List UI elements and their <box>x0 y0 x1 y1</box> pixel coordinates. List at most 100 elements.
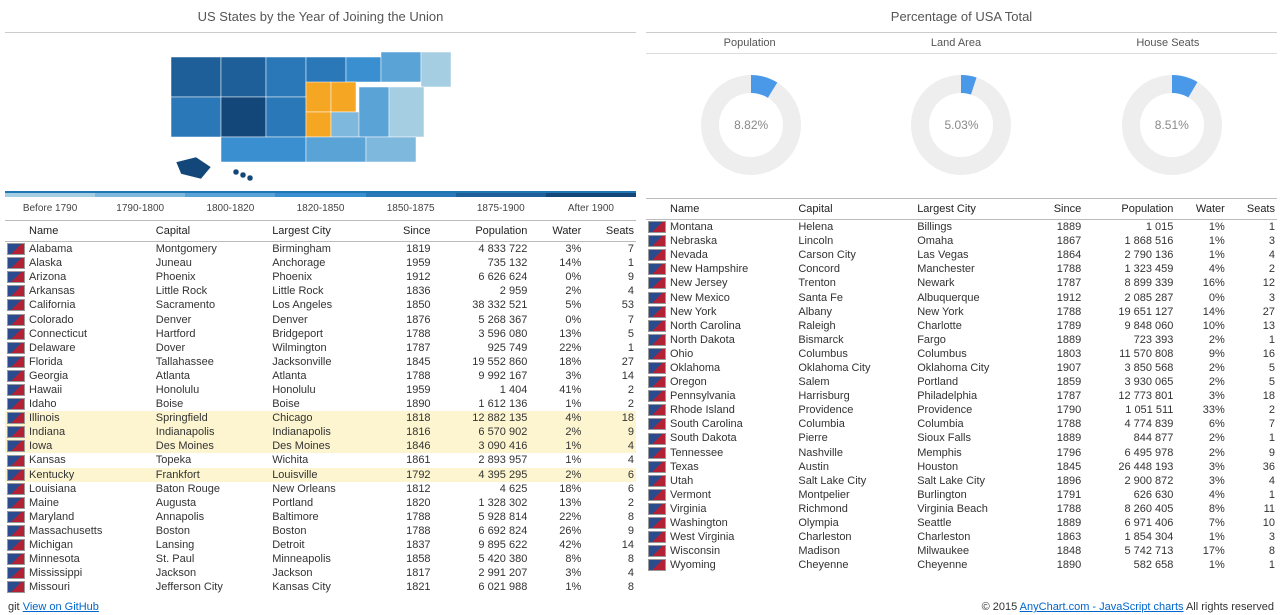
flag-icon <box>648 390 666 402</box>
state-row[interactable]: VermontMontpelierBurlington 1791626 6304… <box>646 488 1277 502</box>
donut-population[interactable]: 8.82% <box>686 60 816 190</box>
donut-house-seats[interactable]: 8.51% <box>1107 60 1237 190</box>
state-row[interactable]: ConnecticutHartfordBridgeport 17883 596 … <box>5 327 636 341</box>
state-row[interactable]: South CarolinaColumbiaColumbia 17884 774… <box>646 417 1277 431</box>
legend-item[interactable]: 1800-1820 <box>185 193 275 220</box>
flag-icon <box>7 511 25 523</box>
state-row[interactable]: TennesseeNashvilleMemphis 17966 495 9782… <box>646 446 1277 460</box>
state-row[interactable]: PennsylvaniaHarrisburgPhiladelphia 17871… <box>646 389 1277 403</box>
state-row[interactable]: ArkansasLittle RockLittle Rock 18362 959… <box>5 284 636 298</box>
flag-icon <box>7 567 25 579</box>
state-row[interactable]: WisconsinMadisonMilwaukee 18485 742 7131… <box>646 544 1277 558</box>
legend-item[interactable]: 1790-1800 <box>95 193 185 220</box>
flag-icon <box>7 285 25 297</box>
state-row[interactable]: MontanaHelenaBillings 18891 0151%1 <box>646 220 1277 235</box>
state-row[interactable]: ArizonaPhoenixPhoenix 19126 626 6240%9 <box>5 270 636 284</box>
state-row[interactable]: LouisianaBaton RougeNew Orleans 18124 62… <box>5 482 636 496</box>
donut-center-label: 8.51% <box>1155 118 1189 132</box>
state-row[interactable]: VirginiaRichmondVirginia Beach 17888 260… <box>646 502 1277 516</box>
flag-icon <box>7 328 25 340</box>
flag-icon <box>7 299 25 311</box>
donut-header: House Seats <box>1136 37 1199 49</box>
legend-item[interactable]: 1850-1875 <box>366 193 456 220</box>
flag-icon <box>648 489 666 501</box>
right-title: Percentage of USA Total <box>646 5 1277 30</box>
flag-icon <box>648 334 666 346</box>
state-row[interactable]: WyomingCheyenneCheyenne 1890582 6581%1 <box>646 558 1277 572</box>
state-row[interactable]: DelawareDoverWilmington 1787925 74922%1 <box>5 341 636 355</box>
state-row[interactable]: New YorkAlbanyNew York 178819 651 12714%… <box>646 305 1277 319</box>
legend-item[interactable]: Before 1790 <box>5 193 95 220</box>
flag-icon <box>648 348 666 360</box>
state-row[interactable]: CaliforniaSacramentoLos Angeles 185038 3… <box>5 298 636 312</box>
flag-icon <box>648 263 666 275</box>
map-legend: Before 17901790-18001800-18201820-185018… <box>5 191 636 220</box>
state-row[interactable]: WashingtonOlympiaSeattle 18896 971 4067%… <box>646 516 1277 530</box>
state-row[interactable]: AlabamaMontgomeryBirmingham 18194 833 72… <box>5 242 636 257</box>
flag-icon <box>7 356 25 368</box>
donut-charts[interactable]: 8.82% 5.03% 8.51% <box>646 60 1277 190</box>
state-row[interactable]: NevadaCarson CityLas Vegas 18642 790 136… <box>646 248 1277 262</box>
flag-icon <box>648 235 666 247</box>
state-row[interactable]: South DakotaPierreSioux Falls 1889844 87… <box>646 431 1277 445</box>
state-row[interactable]: FloridaTallahasseeJacksonville 184519 55… <box>5 355 636 369</box>
state-row[interactable]: KansasTopekaWichita 18612 893 9571%4 <box>5 453 636 467</box>
state-row[interactable]: MichiganLansingDetroit 18379 895 62242%1… <box>5 538 636 552</box>
flag-icon <box>7 271 25 283</box>
state-row[interactable]: Rhode IslandProvidenceProvidence 17901 0… <box>646 403 1277 417</box>
state-row[interactable]: West VirginiaCharlestonCharleston 18631 … <box>646 530 1277 544</box>
state-row[interactable]: MarylandAnnapolisBaltimore 17885 928 814… <box>5 510 636 524</box>
flag-icon <box>7 581 25 593</box>
state-row[interactable]: HawaiiHonoluluHonolulu 19591 40441%2 <box>5 383 636 397</box>
legend-item[interactable]: 1875-1900 <box>456 193 546 220</box>
legend-item[interactable]: After 1900 <box>546 193 636 220</box>
us-map[interactable] <box>5 37 636 187</box>
state-row[interactable]: MinnesotaSt. PaulMinneapolis 18585 420 3… <box>5 552 636 566</box>
state-row[interactable]: MississippiJacksonJackson 18172 991 2073… <box>5 566 636 580</box>
state-row[interactable]: IllinoisSpringfieldChicago 181812 882 13… <box>5 411 636 425</box>
flag-icon <box>648 362 666 374</box>
flag-icon <box>7 525 25 537</box>
state-row[interactable]: OhioColumbusColumbus 180311 570 8089%16 <box>646 347 1277 361</box>
flag-icon <box>648 517 666 529</box>
state-row[interactable]: KentuckyFrankfortLouisville 17924 395 29… <box>5 468 636 482</box>
state-row[interactable]: ColoradoDenverDenver 18765 268 3670%7 <box>5 312 636 326</box>
state-row[interactable]: IowaDes MoinesDes Moines 18463 090 4161%… <box>5 439 636 453</box>
flag-icon <box>7 384 25 396</box>
flag-icon <box>7 314 25 326</box>
state-row[interactable]: North DakotaBismarckFargo 1889723 3932%1 <box>646 333 1277 347</box>
state-row[interactable]: UtahSalt Lake CitySalt Lake City 18962 9… <box>646 474 1277 488</box>
flag-icon <box>648 503 666 515</box>
state-row[interactable]: North CarolinaRaleighCharlotte 17899 848… <box>646 319 1277 333</box>
donut-land-area[interactable]: 5.03% <box>896 60 1026 190</box>
state-row[interactable]: MaineAugustaPortland 18201 328 30213%2 <box>5 496 636 510</box>
footer: git View on GitHub © 2015 AnyChart.com -… <box>0 599 1282 615</box>
state-row[interactable]: TexasAustinHouston 184526 448 1933%36 <box>646 460 1277 474</box>
flag-icon <box>7 243 25 255</box>
state-row[interactable]: AlaskaJuneauAnchorage 1959735 13214%1 <box>5 256 636 270</box>
state-row[interactable]: New HampshireConcordManchester 17881 323… <box>646 262 1277 276</box>
state-row[interactable]: OklahomaOklahoma CityOklahoma City 19073… <box>646 361 1277 375</box>
flag-icon <box>7 257 25 269</box>
flag-icon <box>648 320 666 332</box>
donut-headers: PopulationLand AreaHouse Seats <box>646 37 1277 54</box>
flag-icon <box>648 531 666 543</box>
github-link[interactable]: View on GitHub <box>23 601 99 613</box>
anychart-link[interactable]: AnyChart.com - JavaScript charts <box>1020 601 1184 613</box>
state-row[interactable]: NebraskaLincolnOmaha 18671 868 5161%3 <box>646 234 1277 248</box>
state-row[interactable]: New MexicoSanta FeAlbuquerque 19122 085 … <box>646 290 1277 304</box>
state-row[interactable]: IndianaIndianapolisIndianapolis 18166 57… <box>5 425 636 439</box>
flag-icon <box>648 545 666 557</box>
state-row[interactable]: New JerseyTrentonNewark 17878 899 33916%… <box>646 276 1277 290</box>
flag-icon <box>7 483 25 495</box>
state-row[interactable]: OregonSalemPortland 18593 930 0652%5 <box>646 375 1277 389</box>
state-row[interactable]: MassachusettsBostonBoston 17886 692 8242… <box>5 524 636 538</box>
donut-center-label: 5.03% <box>944 118 978 132</box>
state-row[interactable]: GeorgiaAtlantaAtlanta 17889 992 1673%14 <box>5 369 636 383</box>
states-table-right: NameCapitalLargest CitySincePopulationWa… <box>646 198 1277 572</box>
state-row[interactable]: IdahoBoiseBoise 18901 612 1361%2 <box>5 397 636 411</box>
legend-item[interactable]: 1820-1850 <box>275 193 365 220</box>
flag-icon <box>648 249 666 261</box>
state-row[interactable]: MissouriJefferson CityKansas City 18216 … <box>5 580 636 594</box>
reserved-text: All rights reserved <box>1184 601 1274 613</box>
